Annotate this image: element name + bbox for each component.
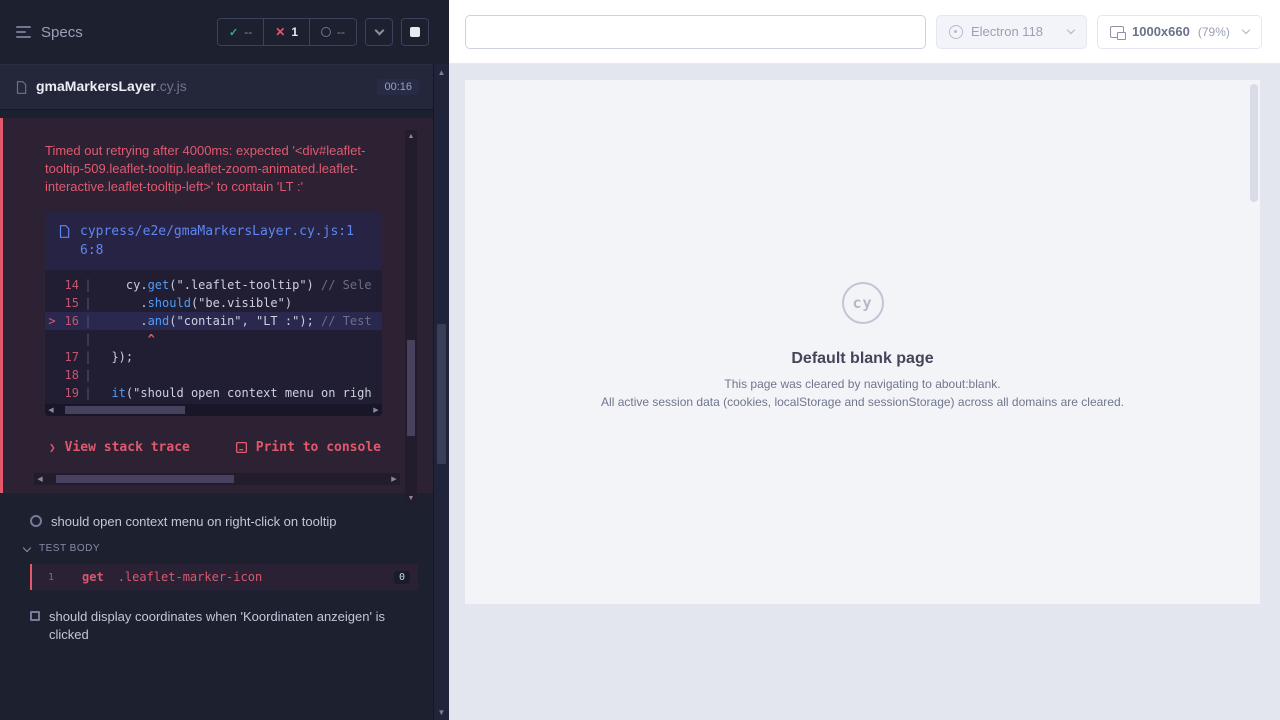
specs-title[interactable]: Specs: [41, 24, 83, 41]
code-line: 17| });: [45, 348, 382, 366]
test-body-chevron-icon: [23, 543, 31, 551]
error-horizontal-scrollbar[interactable]: ◀ ▶: [34, 473, 400, 485]
scroll-track: [57, 404, 370, 416]
browser-icon: [949, 25, 963, 39]
spec-file-header[interactable]: gmaMarkersLayer.cy.js 00:16: [0, 64, 433, 110]
scroll-thumb[interactable]: [407, 340, 415, 436]
code-line: | ^: [45, 330, 382, 348]
browser-label: Electron 118: [971, 24, 1043, 39]
failed-count: 1: [291, 25, 298, 39]
scroll-thumb[interactable]: [56, 475, 234, 483]
specs-menu-icon[interactable]: [16, 26, 31, 38]
scroll-left-icon[interactable]: ◀: [34, 473, 46, 485]
command-method: get: [82, 570, 104, 584]
scroll-right-icon[interactable]: ▶: [370, 404, 382, 416]
scroll-right-icon[interactable]: ▶: [388, 473, 400, 485]
blank-page-line2: All active session data (cookies, localS…: [465, 395, 1260, 409]
scroll-down-icon[interactable]: ▼: [405, 492, 417, 504]
stop-run-button[interactable]: [401, 18, 429, 46]
code-line: 19| it("should open context menu on righ: [45, 384, 382, 402]
scroll-thumb[interactable]: [437, 324, 446, 464]
stack-chevron-icon: ❯: [49, 441, 56, 454]
stat-passed: ✓ --: [218, 19, 263, 45]
page-scrollbar-thumb[interactable]: [1250, 84, 1258, 202]
reporter-pane: Specs ✓ -- ✕ 1 --: [0, 0, 449, 720]
stop-icon: [410, 27, 420, 37]
error-vertical-scrollbar[interactable]: ▲ ▼: [405, 130, 417, 504]
code-line: >16| .and("contain", "LT :"); // Test: [45, 312, 382, 330]
blank-page-content: cy Default blank page This page was clea…: [465, 80, 1260, 409]
running-test-icon: [30, 515, 42, 527]
scroll-up-icon[interactable]: ▲: [434, 64, 449, 80]
code-horizontal-scrollbar[interactable]: ◀ ▶: [45, 404, 382, 416]
passed-count: --: [244, 25, 252, 39]
blank-page-line1: This page was cleared by navigating to a…: [465, 377, 1260, 391]
code-frame-header: cypress/e2e/gmaMarkersLayer.cy.js:16:8: [45, 212, 382, 270]
spec-ext: .cy.js: [156, 78, 187, 94]
reporter-body: Specs ✓ -- ✕ 1 --: [0, 0, 433, 720]
pending-count: --: [337, 25, 345, 39]
aut-pane: Electron 118 1000x660 (79%) cy Default b…: [449, 0, 1280, 720]
viewport-size: 1000x660: [1132, 24, 1190, 39]
reporter-header: Specs ✓ -- ✕ 1 --: [0, 0, 433, 64]
code-line: 15| .should("be.visible"): [45, 294, 382, 312]
passed-check-icon: ✓: [229, 26, 238, 39]
aut-header: Electron 118 1000x660 (79%): [449, 0, 1280, 64]
spec-file-icon: [14, 80, 28, 95]
code-lines: 14| cy.get(".leaflet-tooltip") // Sele15…: [45, 270, 382, 404]
test-error-panel: Timed out retrying after 4000ms: expecte…: [0, 118, 433, 493]
reporter-vertical-scrollbar[interactable]: ▲ ▼: [433, 64, 449, 720]
code-line: 18|: [45, 366, 382, 384]
cypress-logo: cy: [842, 282, 884, 324]
command-log-row[interactable]: 1 get .leaflet-marker-icon 0: [30, 564, 418, 590]
test-title: should open context menu on right-click …: [51, 513, 336, 531]
scroll-down-icon[interactable]: ▼: [434, 704, 449, 720]
pending-circle-icon: [321, 27, 331, 37]
spec-duration: 00:16: [377, 79, 419, 95]
print-to-console-button[interactable]: Print to console: [235, 440, 381, 455]
command-message: .leaflet-marker-icon: [118, 570, 263, 584]
url-input[interactable]: [465, 15, 926, 49]
aut-surround: cy Default blank page This page was clea…: [449, 64, 1280, 720]
browser-selector[interactable]: Electron 118: [936, 15, 1087, 49]
scroll-thumb[interactable]: [65, 406, 185, 414]
spec-name: gmaMarkersLayer: [36, 78, 156, 94]
collapse-all-button[interactable]: [365, 18, 393, 46]
viewport-scale: (79%): [1198, 25, 1230, 39]
test-body-header[interactable]: TEST BODY: [0, 531, 433, 562]
test-body-label: TEST BODY: [39, 543, 100, 554]
test-row-running[interactable]: should open context menu on right-click …: [0, 493, 433, 531]
command-count-badge: 0: [394, 571, 410, 584]
run-stats: ✓ -- ✕ 1 --: [217, 18, 357, 46]
chevron-down-icon: [1242, 26, 1250, 34]
scroll-track: [46, 473, 388, 485]
error-footer: ❯ View stack trace Print to console: [49, 440, 381, 455]
test-title: should display coordinates when 'Koordin…: [49, 608, 399, 644]
chevron-down-icon: [1067, 26, 1075, 34]
view-stack-trace-link[interactable]: ❯ View stack trace: [49, 440, 190, 455]
scroll-left-icon[interactable]: ◀: [45, 404, 57, 416]
code-frame: cypress/e2e/gmaMarkersLayer.cy.js:16:8 1…: [45, 212, 382, 416]
code-file-icon: [57, 224, 71, 239]
command-number: 1: [48, 572, 82, 583]
print-console-icon: [235, 441, 248, 454]
test-row-pending[interactable]: should display coordinates when 'Koordin…: [0, 590, 433, 644]
viewport-selector[interactable]: 1000x660 (79%): [1097, 15, 1262, 49]
error-message: Timed out retrying after 4000ms: expecte…: [45, 142, 390, 196]
scroll-up-icon[interactable]: ▲: [405, 130, 417, 142]
stat-failed: ✕ 1: [263, 19, 309, 45]
code-line: 14| cy.get(".leaflet-tooltip") // Sele: [45, 276, 382, 294]
code-frame-link[interactable]: cypress/e2e/gmaMarkersLayer.cy.js:16:8: [80, 222, 356, 260]
stat-pending: --: [309, 19, 356, 45]
chevron-down-icon: [374, 26, 384, 36]
pending-test-icon: [30, 611, 40, 621]
scroll-track: [405, 142, 417, 492]
aut-page: cy Default blank page This page was clea…: [465, 80, 1260, 604]
viewport-icon: [1110, 26, 1124, 38]
blank-page-title: Default blank page: [465, 350, 1260, 368]
failed-x-icon: ✕: [275, 25, 285, 39]
